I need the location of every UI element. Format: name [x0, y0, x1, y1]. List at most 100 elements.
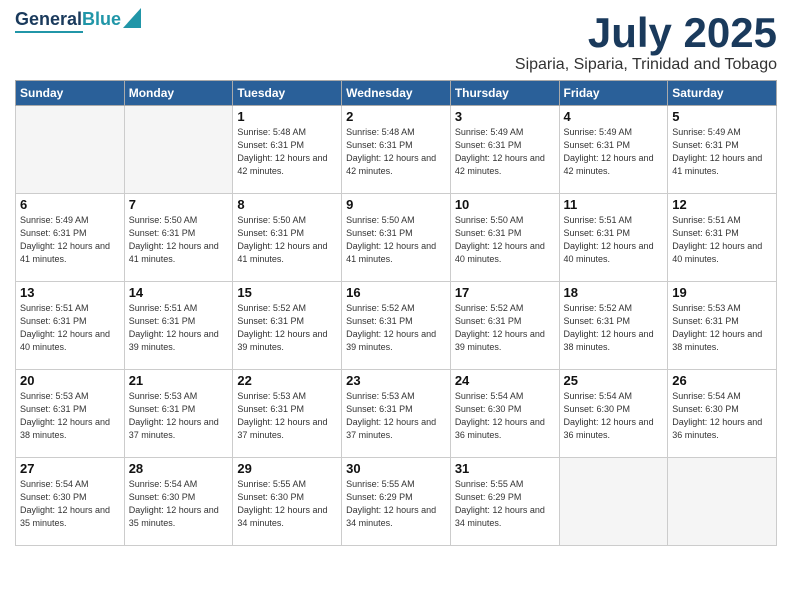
- day-info: Sunrise: 5:54 AMSunset: 6:30 PMDaylight:…: [455, 390, 555, 442]
- sunrise-text: Sunrise: 5:54 AM: [129, 479, 198, 489]
- sunset-text: Sunset: 6:31 PM: [129, 228, 196, 238]
- day-info: Sunrise: 5:52 AMSunset: 6:31 PMDaylight:…: [346, 302, 446, 354]
- day-number: 23: [346, 373, 446, 388]
- daylight-text: Daylight: 12 hours and 36 minutes.: [672, 417, 762, 440]
- day-info: Sunrise: 5:54 AMSunset: 6:30 PMDaylight:…: [129, 478, 229, 530]
- table-row: 10Sunrise: 5:50 AMSunset: 6:31 PMDayligh…: [450, 194, 559, 282]
- day-info: Sunrise: 5:49 AMSunset: 6:31 PMDaylight:…: [672, 126, 772, 178]
- day-number: 22: [237, 373, 337, 388]
- table-row: 3Sunrise: 5:49 AMSunset: 6:31 PMDaylight…: [450, 106, 559, 194]
- sunrise-text: Sunrise: 5:50 AM: [455, 215, 524, 225]
- day-number: 28: [129, 461, 229, 476]
- daylight-text: Daylight: 12 hours and 41 minutes.: [672, 153, 762, 176]
- table-row: 28Sunrise: 5:54 AMSunset: 6:30 PMDayligh…: [124, 458, 233, 546]
- daylight-text: Daylight: 12 hours and 38 minutes.: [20, 417, 110, 440]
- table-row: 5 Sunrise: 5:49 AMSunset: 6:31 PMDaylight…: [668, 106, 777, 194]
- sunset-text: Sunset: 6:31 PM: [564, 316, 631, 326]
- day-info: Sunrise: 5:55 AMSunset: 6:30 PMDaylight:…: [237, 478, 337, 530]
- sunset-text: Sunset: 6:31 PM: [20, 316, 87, 326]
- day-number: 30: [346, 461, 446, 476]
- day-info: Sunrise: 5:49 AMSunset: 6:31 PMDaylight:…: [564, 126, 664, 178]
- sunrise-text: Sunrise: 5:48 AM: [237, 127, 306, 137]
- day-info: Sunrise: 5:55 AMSunset: 6:29 PMDaylight:…: [346, 478, 446, 530]
- sunset-text: Sunset: 6:31 PM: [455, 140, 522, 150]
- daylight-text: Daylight: 12 hours and 39 minutes.: [237, 329, 327, 352]
- table-row: 14Sunrise: 5:51 AMSunset: 6:31 PMDayligh…: [124, 282, 233, 370]
- sunrise-text: Sunrise: 5:49 AM: [455, 127, 524, 137]
- sunset-text: Sunset: 6:31 PM: [129, 404, 196, 414]
- day-info: Sunrise: 5:54 AMSunset: 6:30 PMDaylight:…: [672, 390, 772, 442]
- col-tuesday: Tuesday: [233, 81, 342, 106]
- table-row: 12Sunrise: 5:51 AMSunset: 6:31 PMDayligh…: [668, 194, 777, 282]
- day-info: Sunrise: 5:54 AM Sunset: 6:30 PM Daylight:…: [20, 478, 120, 530]
- daylight-text: Daylight: 12 hours and 34 minutes.: [237, 505, 327, 528]
- sunrise-text: Sunrise: 5:54 AM: [672, 391, 741, 401]
- table-row: 17Sunrise: 5:52 AMSunset: 6:31 PMDayligh…: [450, 282, 559, 370]
- logo-text: GeneralBlue: [15, 10, 121, 30]
- sunset-text: Sunset: 6:31 PM: [20, 404, 87, 414]
- calendar-body: 1Sunrise: 5:48 AMSunset: 6:31 PMDaylight…: [16, 106, 777, 546]
- day-number: 24: [455, 373, 555, 388]
- daylight-text: Daylight: 12 hours and 39 minutes.: [129, 329, 219, 352]
- daylight-text: Daylight: 12 hours and 42 minutes.: [455, 153, 545, 176]
- day-number: 15: [237, 285, 337, 300]
- table-row: [124, 106, 233, 194]
- sunset-text: Sunset: 6:30 PM: [129, 492, 196, 502]
- sunrise-text: Sunrise: 5:52 AM: [564, 303, 633, 313]
- sunrise-text: Sunrise: 5:55 AM: [346, 479, 415, 489]
- sunrise-text: Sunrise: 5:51 AM: [129, 303, 198, 313]
- sunset-text: Sunset: 6:30 PM: [237, 492, 304, 502]
- sunrise-text: Sunrise: 5:51 AM: [20, 303, 89, 313]
- day-info: Sunrise: 5:51 AMSunset: 6:31 PMDaylight:…: [129, 302, 229, 354]
- day-number: 21: [129, 373, 229, 388]
- table-row: 6Sunrise: 5:49 AMSunset: 6:31 PMDaylight…: [16, 194, 125, 282]
- day-info: Sunrise: 5:49 AM Sunset: 6:31 PM Daylight:…: [455, 126, 555, 178]
- sunrise-text: Sunrise: 5:54 AM: [20, 479, 89, 489]
- table-row: 25Sunrise: 5:54 AMSunset: 6:30 PMDayligh…: [559, 370, 668, 458]
- calendar-week-row: 27Sunrise: 5:54 AMSunset: 6:30 PMDayligh…: [16, 458, 777, 546]
- sunset-text: Sunset: 6:31 PM: [564, 228, 631, 238]
- sunrise-text: Sunrise: 5:51 AM: [672, 215, 741, 225]
- day-number: 29: [237, 461, 337, 476]
- sunrise-text: Sunrise: 5:50 AM: [129, 215, 198, 225]
- day-info: Sunrise: 5:50 AMSunset: 6:31 PMDaylight:…: [237, 214, 337, 266]
- col-monday: Monday: [124, 81, 233, 106]
- page: GeneralBlue July 2025 Siparia, Siparia, …: [0, 0, 792, 612]
- day-info: Sunrise: 5:53 AMSunset: 6:31 PMDaylight:…: [237, 390, 337, 442]
- day-number: 5: [672, 109, 772, 124]
- sunset-text: Sunset: 6:29 PM: [455, 492, 522, 502]
- sunrise-text: Sunrise: 5:52 AM: [346, 303, 415, 313]
- table-row: 19Sunrise: 5:53 AMSunset: 6:31 PMDayligh…: [668, 282, 777, 370]
- day-info: Sunrise: 5:52 AMSunset: 6:31 PMDaylight:…: [564, 302, 664, 354]
- day-number: 2: [346, 109, 446, 124]
- daylight-text: Daylight: 12 hours and 35 minutes.: [20, 505, 110, 528]
- month-title: July 2025: [515, 10, 777, 56]
- sunrise-text: Sunrise: 5:49 AM: [20, 215, 89, 225]
- daylight-text: Daylight: 12 hours and 41 minutes.: [237, 241, 327, 264]
- daylight-text: Daylight: 12 hours and 41 minutes.: [346, 241, 436, 264]
- daylight-text: Daylight: 12 hours and 38 minutes.: [672, 329, 762, 352]
- table-row: [559, 458, 668, 546]
- sunrise-text: Sunrise: 5:51 AM: [564, 215, 633, 225]
- table-row: 31Sunrise: 5:55 AMSunset: 6:29 PMDayligh…: [450, 458, 559, 546]
- sunset-text: Sunset: 6:31 PM: [455, 316, 522, 326]
- daylight-text: Daylight: 12 hours and 42 minutes.: [564, 153, 654, 176]
- day-number: 17: [455, 285, 555, 300]
- day-number: 7: [129, 197, 229, 212]
- sunset-text: Sunset: 6:30 PM: [20, 492, 87, 502]
- daylight-text: Daylight: 12 hours and 34 minutes.: [455, 505, 545, 528]
- sunrise-text: Sunrise: 5:52 AM: [237, 303, 306, 313]
- sunset-text: Sunset: 6:31 PM: [346, 316, 413, 326]
- col-thursday: Thursday: [450, 81, 559, 106]
- location-subtitle: Siparia, Siparia, Trinidad and Tobago: [515, 56, 777, 74]
- sunset-text: Sunset: 6:30 PM: [564, 404, 631, 414]
- table-row: 9Sunrise: 5:50 AMSunset: 6:31 PMDaylight…: [342, 194, 451, 282]
- table-row: 27Sunrise: 5:54 AMSunset: 6:30 PMDayligh…: [16, 458, 125, 546]
- sunset-text: Sunset: 6:31 PM: [672, 316, 739, 326]
- table-row: 11Sunrise: 5:51 AMSunset: 6:31 PMDayligh…: [559, 194, 668, 282]
- sunset-text: Sunset: 6:31 PM: [237, 404, 304, 414]
- day-info: Sunrise: 5:51 AMSunset: 6:31 PMDaylight:…: [564, 214, 664, 266]
- day-info: Sunrise: 5:52 AMSunset: 6:31 PMDaylight:…: [237, 302, 337, 354]
- table-row: 2Sunrise: 5:48 AMSunset: 6:31 PMDaylight…: [342, 106, 451, 194]
- calendar-table: Sunday Monday Tuesday Wednesday Thursday…: [15, 80, 777, 546]
